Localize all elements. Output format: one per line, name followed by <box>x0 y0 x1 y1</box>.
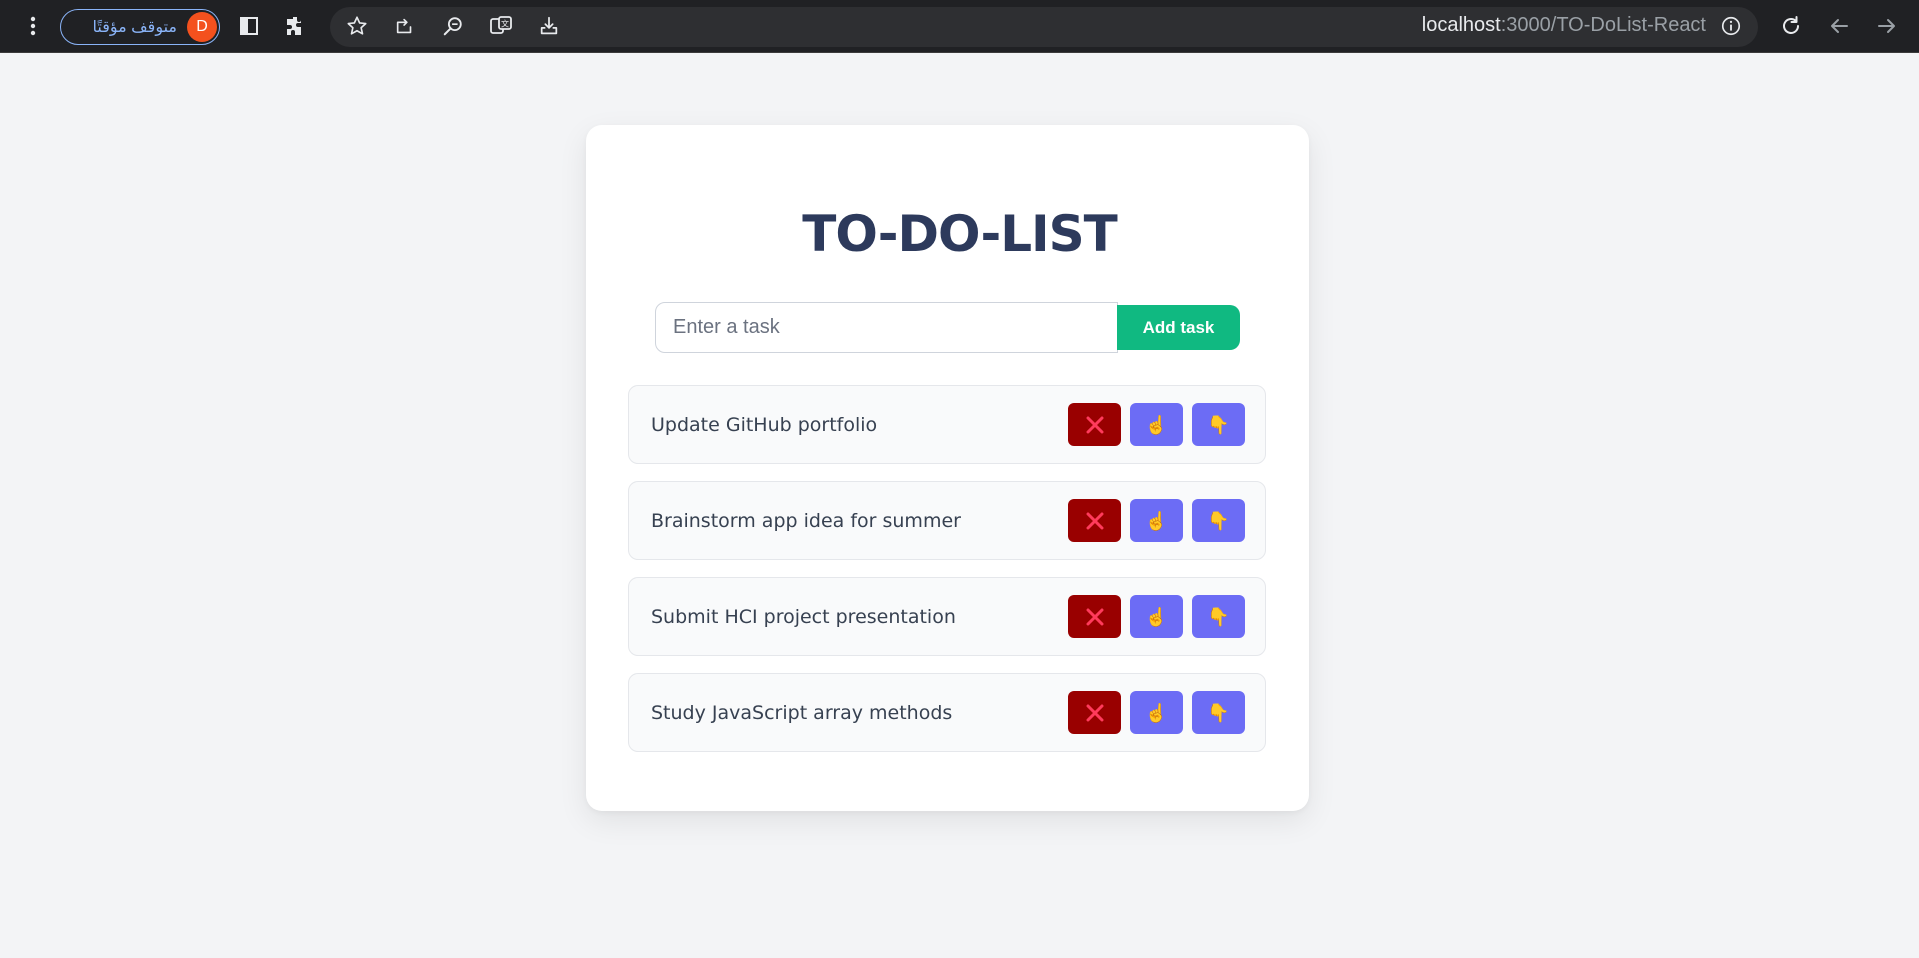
share-icon[interactable] <box>389 10 421 42</box>
task-item: Study JavaScript array methods ☝ 👇 <box>628 673 1266 752</box>
translate-icon[interactable]: 文 <box>485 10 517 42</box>
task-text: Update GitHub portfolio <box>651 414 878 436</box>
install-icon[interactable] <box>533 10 565 42</box>
menu-icon[interactable] <box>17 10 49 42</box>
pointing-up-icon: ☝ <box>1145 510 1168 531</box>
task-text: Study JavaScript array methods <box>651 702 953 724</box>
svg-text:文: 文 <box>501 19 509 29</box>
pointing-down-icon: 👇 <box>1207 510 1230 531</box>
pointing-down-icon: 👇 <box>1207 702 1230 723</box>
delete-task-button[interactable] <box>1068 499 1121 542</box>
move-down-button[interactable]: 👇 <box>1192 595 1245 638</box>
reload-icon[interactable] <box>1775 10 1807 42</box>
task-item: Submit HCI project presentation ☝ 👇 <box>628 577 1266 656</box>
move-up-button[interactable]: ☝ <box>1130 403 1183 446</box>
move-down-button[interactable]: 👇 <box>1192 499 1245 542</box>
task-input[interactable] <box>655 302 1118 353</box>
pointing-up-icon: ☝ <box>1145 414 1168 435</box>
pointing-down-icon: 👇 <box>1207 414 1230 435</box>
move-up-button[interactable]: ☝ <box>1130 499 1183 542</box>
zoom-icon[interactable] <box>437 10 469 42</box>
task-text: Submit HCI project presentation <box>651 606 956 628</box>
task-text: Brainstorm app idea for summer <box>651 510 961 532</box>
profile-status-label: متوقف مؤقتًا <box>92 19 177 36</box>
avatar: D <box>187 12 217 42</box>
extensions-icon[interactable] <box>280 10 312 42</box>
delete-task-button[interactable] <box>1068 403 1121 446</box>
pointing-down-icon: 👇 <box>1207 606 1230 627</box>
delete-task-button[interactable] <box>1068 691 1121 734</box>
pointing-up-icon: ☝ <box>1145 702 1168 723</box>
task-item: Brainstorm app idea for summer ☝ 👇 <box>628 481 1266 560</box>
omnibox[interactable]: 文 localhost:3000/TO-DoList-React <box>330 7 1758 47</box>
pointing-up-icon: ☝ <box>1145 606 1168 627</box>
move-down-button[interactable]: 👇 <box>1192 403 1245 446</box>
add-task-button[interactable]: Add task <box>1117 305 1240 350</box>
move-up-button[interactable]: ☝ <box>1130 595 1183 638</box>
sidebar-icon[interactable] <box>233 10 265 42</box>
profile-button[interactable]: متوقف مؤقتًا D <box>60 9 220 45</box>
browser-toolbar: متوقف مؤقتًا D 文 localhost:3000/TO-DoLis… <box>0 0 1919 53</box>
close-icon <box>1086 608 1103 625</box>
task-item: Update GitHub portfolio ☝ 👇 <box>628 385 1266 464</box>
close-icon <box>1086 704 1103 721</box>
site-info-icon[interactable] <box>1715 10 1747 42</box>
url-host: localhost <box>1421 14 1501 36</box>
close-icon <box>1086 512 1103 529</box>
move-up-button[interactable]: ☝ <box>1130 691 1183 734</box>
forward-icon[interactable] <box>1871 10 1903 42</box>
url-text[interactable]: localhost:3000/TO-DoList-React <box>1422 14 1706 37</box>
back-icon[interactable] <box>1823 10 1855 42</box>
page-title: TO-DO-LIST <box>802 205 1118 263</box>
close-icon <box>1086 416 1103 433</box>
move-down-button[interactable]: 👇 <box>1192 691 1245 734</box>
delete-task-button[interactable] <box>1068 595 1121 638</box>
bookmark-star-icon[interactable] <box>341 10 373 42</box>
url-path: :3000/TO-DoList-React <box>1500 14 1706 36</box>
